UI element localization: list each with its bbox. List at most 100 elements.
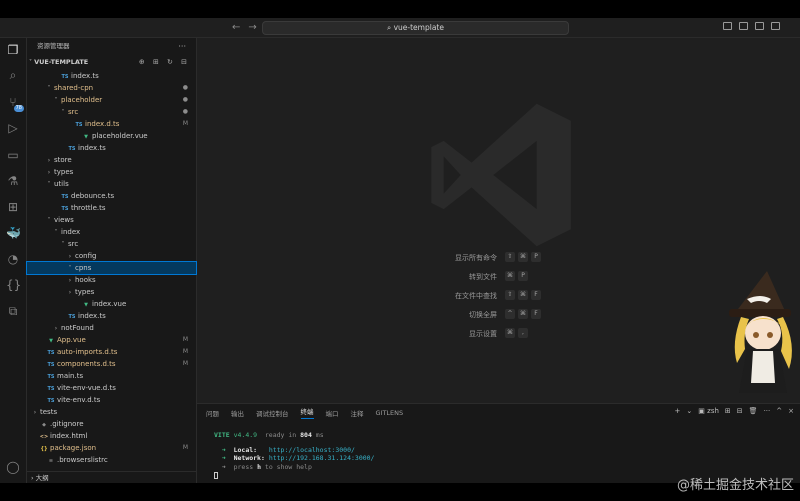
keycap: ⇧	[505, 252, 515, 262]
tree-folder[interactable]: › types	[27, 286, 196, 298]
tree-item-label: main.ts	[57, 372, 84, 380]
toggle-secondary-sidebar-icon[interactable]	[755, 22, 764, 30]
site-watermark: @稀土掘金技术社区	[676, 478, 794, 493]
explorer-actions[interactable]: ⊕ ⊞ ↻ ⊟	[139, 55, 190, 69]
forward-arrow-icon[interactable]: →	[248, 22, 256, 33]
network-url-link[interactable]: http://192.168.31.124:3000/	[269, 454, 375, 462]
tree-file[interactable]: ≡ .browserslistrc	[27, 454, 196, 466]
tree-item-label: store	[54, 156, 72, 164]
tree-file[interactable]: TS auto-imports.d.ts M	[27, 346, 196, 358]
extensions-icon[interactable]: ⊞	[6, 200, 20, 214]
tree-folder[interactable]: ˅ src ●	[27, 106, 196, 118]
tree-item-label: views	[54, 216, 74, 224]
tree-item-label: utils	[54, 180, 69, 188]
tree-file[interactable]: <> index.html	[27, 430, 196, 442]
terminal-instance[interactable]: ▣ zsh	[698, 407, 719, 415]
source-control-icon[interactable]: ⑂ 78	[6, 95, 24, 112]
tree-folder[interactable]: ˅ cpns	[26, 261, 197, 275]
tree-folder[interactable]: › hooks	[27, 274, 196, 286]
search-icon[interactable]: ⌕	[6, 68, 20, 82]
layout-controls	[723, 22, 780, 30]
back-arrow-icon[interactable]: ←	[232, 22, 240, 33]
tree-folder[interactable]: › tests	[27, 406, 196, 418]
tree-file[interactable]: TS index.ts	[27, 142, 196, 154]
panel-tab[interactable]: 端口	[326, 408, 339, 418]
git-status-decoration: M	[182, 444, 188, 451]
file-tree: TS index.ts ˅ shared-cpn ● ˅ placeholder ● ˅ src ●…	[26, 70, 197, 466]
tree-folder[interactable]: ˅ utils	[27, 178, 196, 190]
source-control-badge: 78	[13, 105, 24, 112]
toggle-panel-icon[interactable]	[739, 22, 748, 30]
panel-more-icon[interactable]: ···	[764, 407, 771, 415]
json-tools-icon[interactable]: {}	[6, 278, 21, 292]
tree-folder[interactable]: ˅ index	[27, 226, 196, 238]
terminal-output[interactable]: VITE v4.4.9 ready in 804 ms ➜ Local: htt…	[197, 421, 800, 480]
shortcut-hint-row: 显示所有命令 ⇧ ⌘ P	[427, 252, 544, 271]
run-debug-icon[interactable]: ▷	[6, 121, 20, 135]
testing-icon[interactable]: ⚗	[6, 174, 20, 188]
tree-item-label: placeholder.vue	[92, 132, 148, 140]
tree-file[interactable]: TS vite-env-vue.d.ts	[27, 382, 196, 394]
tree-file[interactable]: TS main.ts	[27, 370, 196, 382]
account-icon[interactable]: ◯	[6, 460, 20, 474]
tree-file[interactable]: TS index.ts	[27, 70, 196, 82]
git-status-decoration: ●	[182, 84, 188, 91]
tree-folder[interactable]: ˅ views	[27, 214, 196, 226]
terminal-dropdown-icon[interactable]: ⌄	[686, 407, 692, 415]
panel-tab[interactable]: 问题	[206, 408, 219, 418]
tree-file[interactable]: TS throttle.ts	[27, 202, 196, 214]
tree-item-label: types	[54, 168, 74, 176]
panel-tab[interactable]: 终端	[300, 406, 314, 419]
tree-file[interactable]: TS index.ts	[27, 310, 196, 322]
tree-folder[interactable]: ˅ shared-cpn ●	[27, 82, 196, 94]
split-terminal-icon[interactable]: ⊞	[725, 407, 731, 415]
tree-file[interactable]: TS vite-env.d.ts	[27, 394, 196, 406]
navigation-arrows: ← →	[232, 22, 265, 33]
tree-folder[interactable]: ˅ src	[27, 238, 196, 250]
workspace-title: VUE-TEMPLATE	[34, 58, 89, 66]
more-actions-icon[interactable]: ···	[178, 38, 186, 55]
workspace-section-header[interactable]: ˅ VUE-TEMPLATE ⊕ ⊞ ↻ ⊟	[27, 55, 196, 69]
tree-file[interactable]: TS index.d.ts M	[27, 118, 196, 130]
tree-folder[interactable]: ˅ placeholder ●	[27, 94, 196, 106]
tree-folder[interactable]: › config	[27, 250, 196, 262]
tree-file[interactable]: ▼ index.vue	[27, 298, 196, 310]
new-terminal-icon[interactable]: +	[675, 407, 681, 415]
tree-file[interactable]: ◆ .gitignore	[27, 418, 196, 430]
tree-folder[interactable]: › types	[27, 166, 196, 178]
tree-folder[interactable]: › store	[27, 154, 196, 166]
kill-terminal-icon[interactable]: 🗑	[749, 407, 758, 415]
live-share-icon[interactable]: ⧉	[6, 304, 20, 318]
tree-item-label: hooks	[75, 276, 96, 284]
docker-icon[interactable]: 🐳	[6, 226, 21, 240]
explorer-icon[interactable]: ❐	[6, 43, 20, 57]
activity-bar: ❐ ⌕ ⑂ 78 ▷ ▭ ⚗ ⊞ 🐳 ◔ {} ⧉ ◯	[0, 38, 27, 483]
local-url-link[interactable]: http://localhost:3000/	[269, 446, 355, 454]
shortcut-hint-row: 显示设置 ⌘,	[427, 328, 544, 347]
maximize-panel-icon[interactable]: ^	[776, 407, 782, 415]
tree-folder[interactable]: › notFound	[27, 322, 196, 334]
toggle-primary-sidebar-icon[interactable]	[723, 22, 732, 30]
customize-layout-icon[interactable]	[771, 22, 780, 30]
tree-item-label: tests	[40, 408, 58, 416]
gitlens-icon[interactable]: ◔	[6, 252, 20, 266]
toggle-panel-layout-icon[interactable]: ⊟	[737, 407, 743, 415]
panel-tab[interactable]: 输出	[231, 408, 244, 418]
terminal-shell-name: zsh	[707, 407, 719, 415]
close-panel-icon[interactable]: ×	[788, 407, 794, 415]
tree-file[interactable]: {} package.json M	[27, 442, 196, 454]
shortcut-hint-row: 转到文件 ⌘ P	[427, 271, 544, 290]
command-center-search[interactable]: ⌕ vue-template	[262, 21, 569, 35]
tree-file[interactable]: ▼ App.vue M	[27, 334, 196, 346]
tree-file[interactable]: TS components.d.ts M	[27, 358, 196, 370]
tree-file[interactable]: ▼ placeholder.vue	[27, 130, 196, 142]
panel-tab[interactable]: 注释	[351, 408, 364, 418]
tree-item-label: vite-env.d.ts	[57, 396, 101, 404]
panel-tab[interactable]: GITLENS	[376, 409, 404, 417]
tree-item-label: src	[68, 240, 79, 248]
shortcut-label: 切换全屏	[469, 311, 497, 319]
outline-section[interactable]: › 大纲	[27, 471, 196, 483]
panel-tab[interactable]: 调试控制台	[256, 408, 289, 418]
remote-explorer-icon[interactable]: ▭	[6, 148, 20, 162]
tree-file[interactable]: TS debounce.ts	[27, 190, 196, 202]
